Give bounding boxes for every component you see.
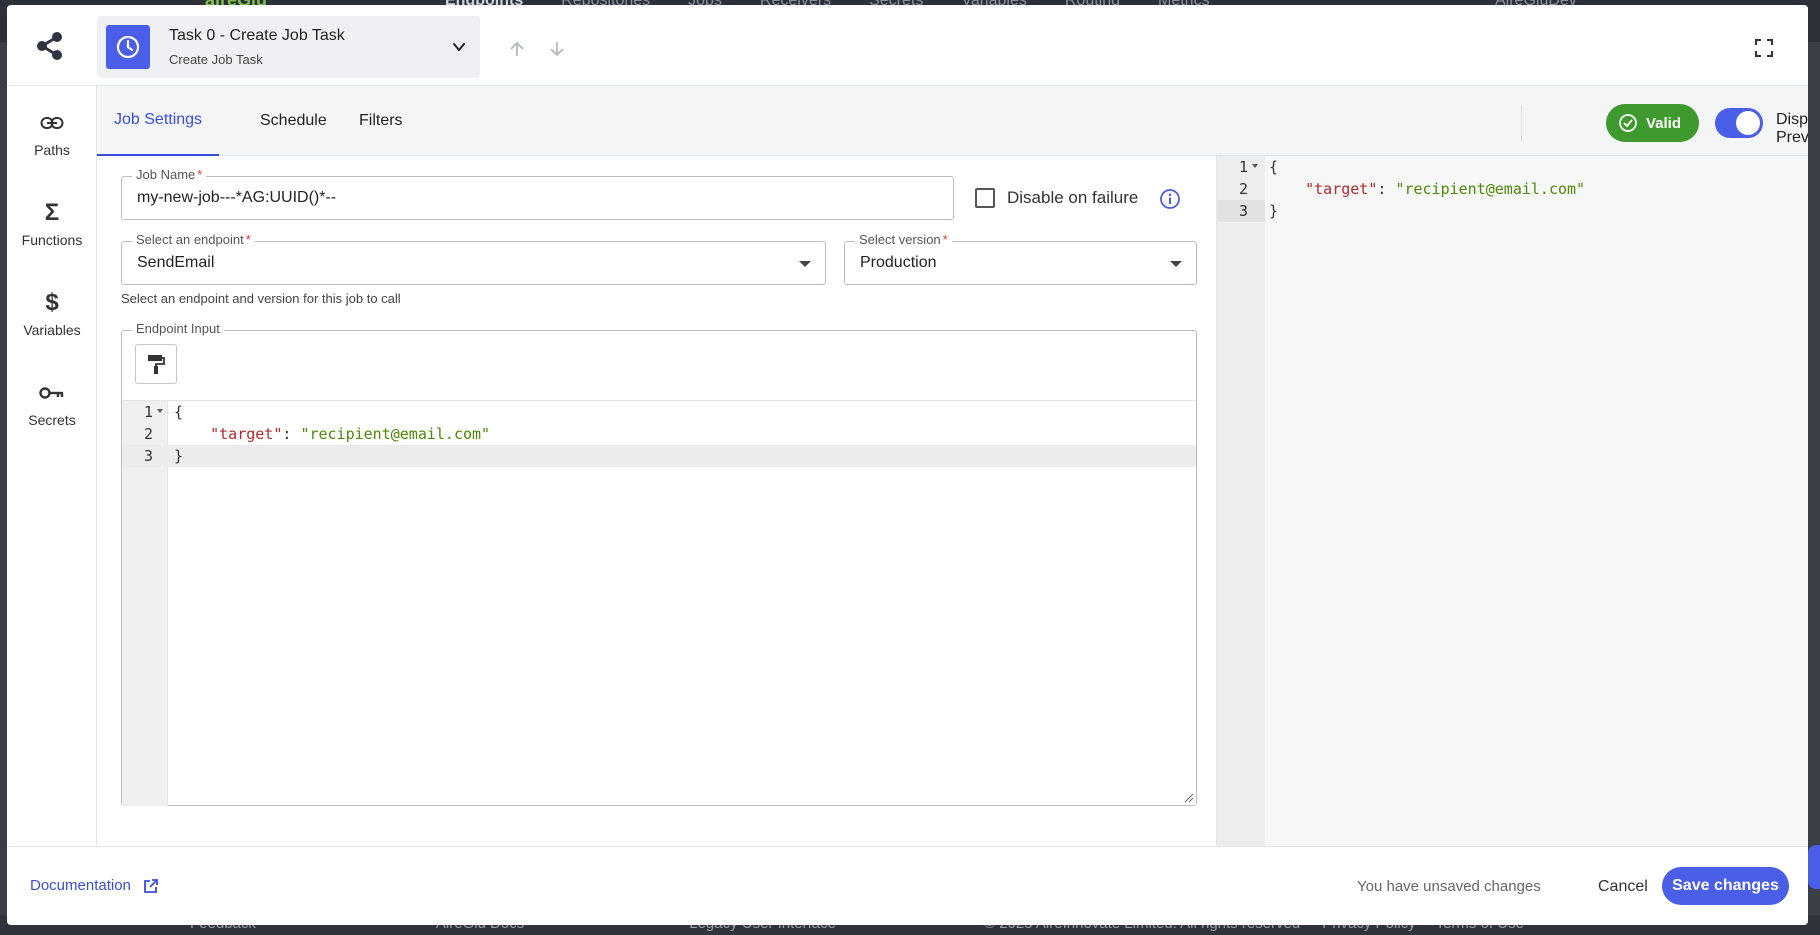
sigma-icon: Σ <box>44 199 60 226</box>
cancel-button[interactable]: Cancel <box>1584 869 1662 905</box>
chevron-down-icon[interactable] <box>450 38 468 56</box>
save-changes-button[interactable]: Save changes <box>1662 867 1789 905</box>
clock-icon <box>106 25 150 69</box>
job-settings-form: Job Name * my-new-job---*AG:UUID()*-- Dis… <box>97 156 1216 846</box>
preview-line-code: } <box>1269 202 1279 220</box>
link-icon <box>39 110 65 136</box>
rail-item-paths[interactable]: Paths <box>7 110 97 180</box>
job-name-label: Job Name * <box>132 167 207 182</box>
resize-handle-icon[interactable] <box>1183 792 1193 802</box>
endpoint-label: Select an endpoint * <box>132 232 255 247</box>
tab-schedule[interactable]: Schedule <box>243 86 344 156</box>
json-preview: 1 { 2 "target": "recipient@email.com" 3 … <box>1216 156 1808 846</box>
preview-line: 3 <box>1217 200 1265 222</box>
tabs-bar: Job Settings Schedule Filters Valid Disp… <box>97 86 1808 156</box>
paint-roller-icon <box>148 355 165 374</box>
task-subtitle: Create Job Task <box>169 52 263 67</box>
version-value: Production <box>860 254 937 271</box>
key-icon <box>39 380 65 406</box>
endpoint-input-label: Endpoint Input <box>132 321 224 336</box>
endpoint-input-field: Endpoint Input 1 { 2 "target": "recipien… <box>121 321 1197 806</box>
disable-on-failure-label: Disable on failure <box>1007 188 1139 207</box>
check-circle-icon <box>1619 114 1637 132</box>
share-nodes-icon <box>37 32 62 60</box>
background-side-tab <box>1808 845 1820 889</box>
rail-item-variables[interactable]: $ Variables <box>7 289 97 360</box>
caret-down-icon <box>799 261 811 267</box>
endpoint-value: SendEmail <box>137 254 215 271</box>
unsaved-changes-text: You have unsaved changes <box>1357 878 1541 895</box>
valid-label: Valid <box>1646 114 1682 132</box>
version-select[interactable]: Select version * Production <box>844 232 1197 285</box>
task-title: Task 0 - Create Job Task <box>169 27 345 44</box>
valid-badge: Valid <box>1606 104 1699 142</box>
preview-gutter <box>1217 156 1265 846</box>
job-name-value: my-new-job---*AG:UUID()*-- <box>137 189 337 206</box>
code-line: 1 { <box>143 403 184 421</box>
info-icon[interactable] <box>1159 188 1181 210</box>
display-preview-label: Display Preview <box>1776 111 1808 146</box>
side-rail: Paths Σ Functions $ Variables Secrets <box>7 86 97 846</box>
rail-item-label: Variables <box>23 322 81 338</box>
rail-item-label: Paths <box>34 142 70 158</box>
rail-item-secrets[interactable]: Secrets <box>7 380 97 450</box>
tab-filters[interactable]: Filters <box>342 86 420 156</box>
fullscreen-icon[interactable] <box>1754 38 1774 58</box>
tabs-divider <box>1521 105 1522 141</box>
fold-icon[interactable] <box>157 409 163 413</box>
fold-icon[interactable] <box>1252 164 1258 168</box>
code-line: 2 "target": "recipient@email.com" <box>143 425 491 443</box>
modal-header: Task 0 - Create Job Task Create Job Task <box>7 5 1808 86</box>
version-label: Select version * <box>855 232 952 247</box>
code-line: 3 } <box>122 445 1196 467</box>
endpoint-select[interactable]: Select an endpoint * SendEmail <box>121 232 826 285</box>
arrow-up-icon[interactable] <box>507 39 527 59</box>
documentation-link[interactable]: Documentation <box>30 877 159 894</box>
tab-job-settings[interactable]: Job Settings <box>97 86 220 156</box>
documentation-label: Documentation <box>30 877 131 894</box>
task-selector[interactable]: Task 0 - Create Job Task Create Job Task <box>97 16 480 78</box>
rail-item-label: Secrets <box>28 412 76 428</box>
disable-on-failure-checkbox[interactable] <box>975 188 995 208</box>
preview-line: 2 "target": "recipient@email.com" <box>1238 180 1586 198</box>
endpoint-helper-text: Select an endpoint and version for this … <box>121 291 401 306</box>
job-task-modal: Task 0 - Create Job Task Create Job Task <box>7 5 1808 925</box>
job-name-field[interactable]: Job Name * my-new-job---*AG:UUID()*-- <box>121 167 954 220</box>
arrow-down-icon[interactable] <box>547 39 567 59</box>
dollar-icon: $ <box>45 289 59 316</box>
caret-down-icon <box>1170 261 1182 267</box>
format-button[interactable] <box>135 344 177 384</box>
modal-footer: Documentation You have unsaved changes C… <box>7 846 1808 925</box>
rail-item-label: Functions <box>21 232 83 248</box>
preview-line: 1 { <box>1238 158 1279 176</box>
external-link-icon <box>144 878 158 893</box>
display-preview-toggle[interactable] <box>1715 108 1763 138</box>
rail-item-functions[interactable]: Σ Functions <box>7 199 97 270</box>
json-editor[interactable]: 1 { 2 "target": "recipient@email.com" 3 … <box>122 400 1196 806</box>
